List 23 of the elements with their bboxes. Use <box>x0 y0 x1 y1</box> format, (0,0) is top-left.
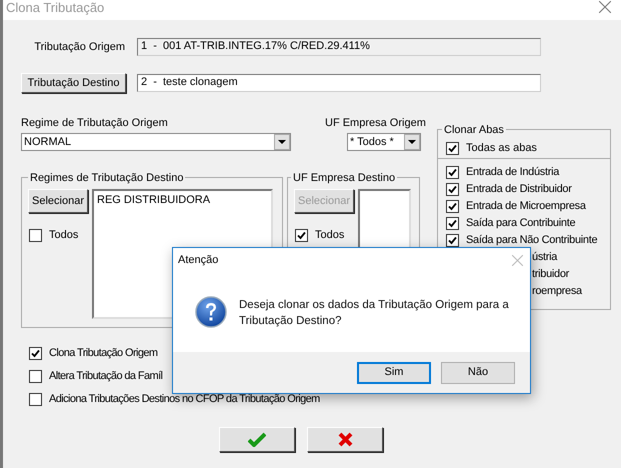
checkbox-label: ústria <box>532 250 558 266</box>
checkbox-label: Clona Tributação Origem <box>49 346 158 362</box>
dialog-message: Deseja clonar os dados da Tributação Origem para a Tributação Destino? <box>239 298 510 329</box>
checkbox-label: Todos <box>315 228 344 243</box>
window-title: Clona Tributação <box>6 0 104 16</box>
group-title: UF Empresa Destino <box>291 170 398 186</box>
checkbox-label: Todos <box>49 228 78 243</box>
checkbox-label: Adiciona Tributações Destinos no CFOP da Tributação Origem <box>49 392 320 408</box>
checkbox-label: tribuidor <box>532 267 570 282</box>
checkbox-label: Altera Tributação da Famíl <box>49 369 162 384</box>
group-title: Regimes de Tributação Destino <box>28 170 186 186</box>
checkbox-label: Entrada de Microempresa <box>466 199 586 214</box>
checkbox-label: Entrada de Indústria <box>466 165 560 180</box>
origin-field: 1 - 001 AT-TRIB.INTEG.17% C/RED.29.411% <box>137 38 541 56</box>
checkbox-label: Saída para Contribuinte <box>466 216 576 232</box>
checkbox-label: Todas as abas <box>466 140 537 156</box>
dialog-title: Atenção <box>178 253 218 268</box>
checkbox-label: Saída para Não Contribuinte <box>466 233 598 248</box>
field-label: Tributação Origem <box>33 40 125 55</box>
checkbox-label: Entrada de Distribuidor <box>466 182 572 198</box>
field-label: UF Empresa Origem <box>325 116 427 130</box>
checkbox-label: roempresa <box>532 284 582 300</box>
field-label: Regime de Tributação Origem <box>21 116 169 130</box>
